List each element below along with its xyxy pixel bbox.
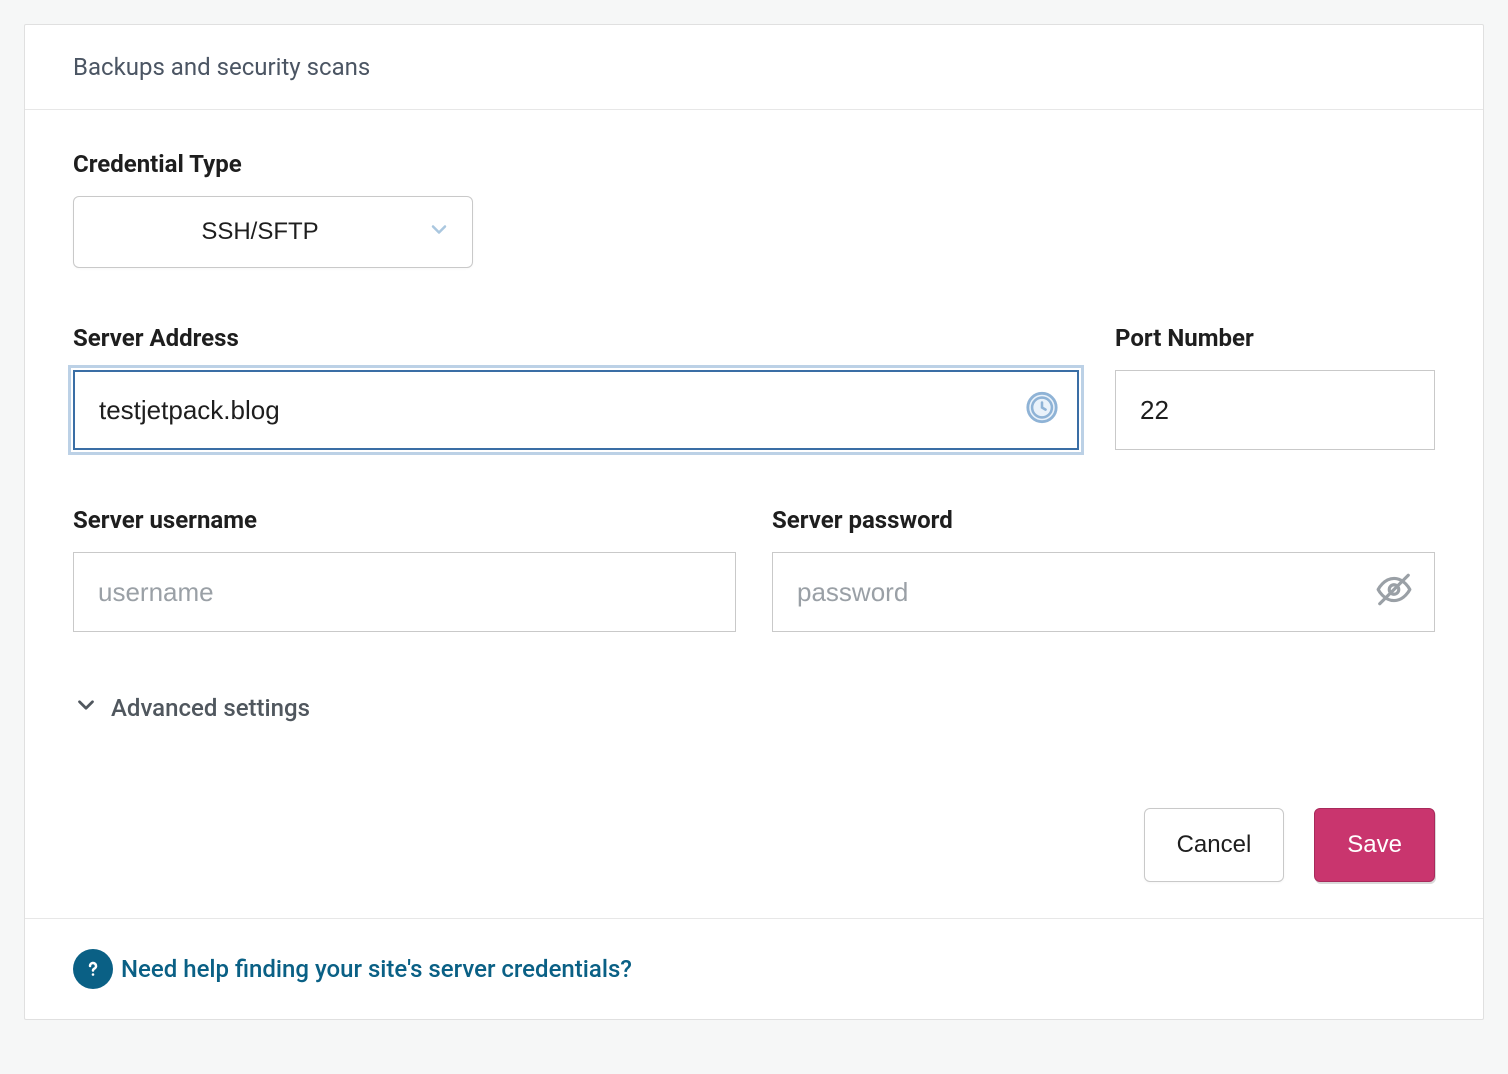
question-circle-icon [73,949,113,989]
card-header: Backups and security scans [25,25,1483,110]
form-actions: Cancel Save [73,808,1435,882]
credential-type-value: SSH/SFTP [201,218,318,245]
card-title: Backups and security scans [73,53,370,81]
username-field: Server username [73,506,736,632]
cancel-button[interactable]: Cancel [1144,808,1285,882]
username-input[interactable] [73,552,736,632]
advanced-settings-label: Advanced settings [111,694,310,722]
address-port-row: Server Address Port Number [73,324,1435,450]
credential-type-select-wrap: SSH/SFTP [73,196,473,268]
server-address-input[interactable] [73,370,1079,450]
credential-type-label: Credential Type [73,150,1435,178]
chevron-down-icon [73,692,99,724]
port-label: Port Number [1115,324,1435,352]
username-label: Server username [73,506,736,534]
server-address-wrap [73,370,1079,450]
server-address-field: Server Address [73,324,1079,450]
username-password-row: Server username Server password [73,506,1435,632]
password-input[interactable] [772,552,1435,632]
settings-card: Backups and security scans Credential Ty… [24,24,1484,1020]
port-field: Port Number [1115,324,1435,450]
card-body: Credential Type SSH/SFTP Server Address [25,110,1483,918]
card-footer: Need help finding your site's server cre… [25,918,1483,1019]
server-address-label: Server Address [73,324,1079,352]
password-label: Server password [772,506,1435,534]
history-icon[interactable] [1025,391,1059,430]
help-link[interactable]: Need help finding your site's server cre… [73,949,632,989]
credential-type-select[interactable]: SSH/SFTP [73,196,473,268]
port-input[interactable] [1115,370,1435,450]
save-button[interactable]: Save [1314,808,1435,882]
advanced-settings-toggle[interactable]: Advanced settings [73,692,1435,724]
help-text: Need help finding your site's server cre… [121,955,632,983]
eye-off-icon[interactable] [1375,571,1413,614]
password-wrap [772,552,1435,632]
password-field: Server password [772,506,1435,632]
